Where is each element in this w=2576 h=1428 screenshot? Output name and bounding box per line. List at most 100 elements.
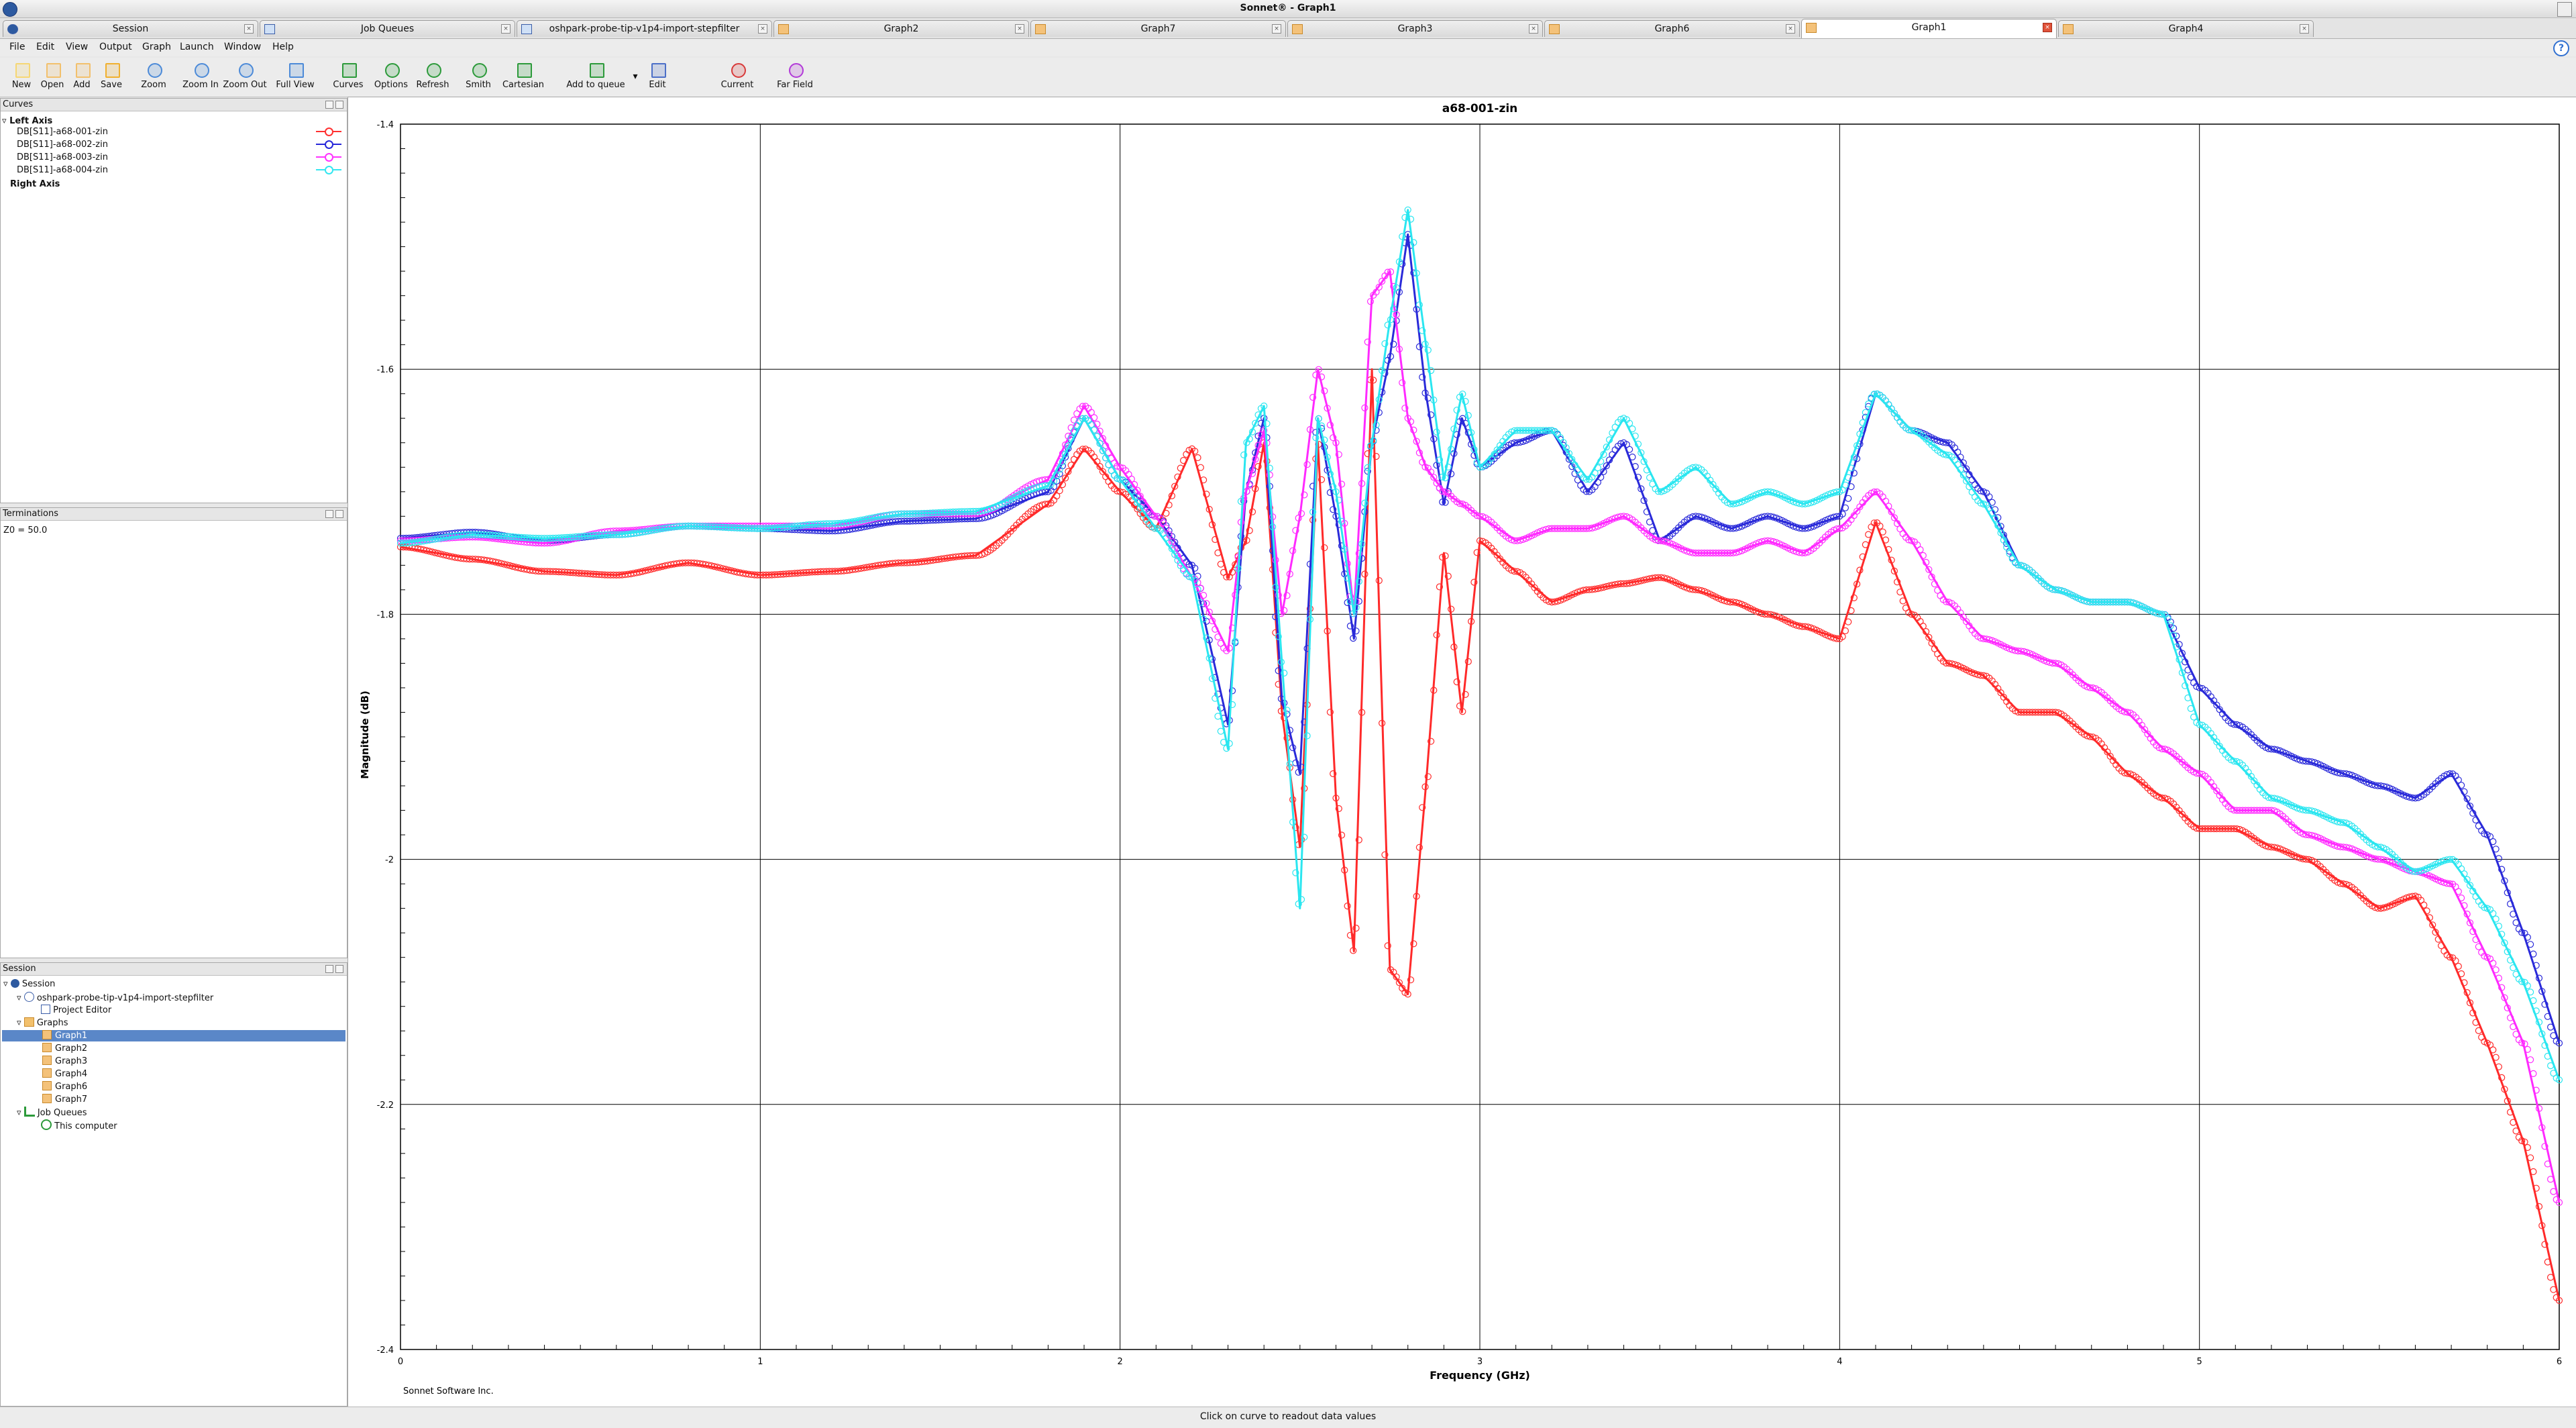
options-button[interactable]: Options: [372, 62, 411, 94]
menu-edit[interactable]: Edit: [36, 42, 54, 52]
left-axis-node[interactable]: ▿ Left Axis: [2, 116, 52, 126]
panel-close-button[interactable]: [335, 510, 343, 518]
toolbar-label: Zoom: [141, 80, 166, 90]
zoom-in-button[interactable]: Zoom In: [180, 62, 221, 94]
toolbar-label: Open: [40, 80, 64, 90]
tab-close-icon[interactable]: ×: [1786, 24, 1795, 34]
refresh-icon: [424, 62, 441, 78]
zoom-out-button[interactable]: Zoom Out: [221, 62, 268, 94]
tree-this-computer[interactable]: This computer: [41, 1119, 117, 1131]
tree-graph-item[interactable]: Graph2: [2, 1043, 345, 1054]
panel-close-button[interactable]: [335, 101, 343, 109]
add-button[interactable]: Add: [70, 62, 94, 94]
right-axis-node[interactable]: Right Axis: [10, 179, 60, 189]
tab-close-icon[interactable]: ×: [2300, 24, 2309, 34]
tree-graph-label: Graph3: [55, 1056, 88, 1066]
menu-file[interactable]: File: [9, 42, 25, 52]
curve-legend-swatch: [316, 128, 341, 136]
menu-graph[interactable]: Graph: [142, 42, 171, 52]
tab-session[interactable]: Session ×: [3, 20, 258, 37]
current-button[interactable]: Current: [716, 62, 758, 94]
graph-icon: [42, 1081, 52, 1090]
session-panel-title: Session: [3, 964, 36, 974]
tab-label: Graph1: [1911, 22, 1947, 33]
panel-restore-button[interactable]: [325, 101, 333, 109]
tree-graph-item[interactable]: Graph1: [2, 1030, 345, 1041]
curve-item[interactable]: DB[S11]-a68-002-zin: [17, 140, 108, 150]
curves-button[interactable]: Curves: [331, 62, 365, 94]
graph-icon: [42, 1068, 52, 1078]
tree-graph-item[interactable]: Graph7: [2, 1094, 345, 1105]
project-icon: [23, 992, 34, 1002]
toolbar: New Open Add Save Zoom Zoom In Zoom Out Full Vi…: [0, 58, 2576, 97]
curves-panel-title: Curves: [3, 99, 34, 109]
tree-graph-item[interactable]: Graph6: [2, 1081, 345, 1092]
x-axis-label: Frequency (GHz): [1430, 1369, 1530, 1382]
tab-close-icon[interactable]: ×: [501, 24, 511, 34]
tree-graph-label: Graph6: [55, 1082, 88, 1092]
tab-close-icon[interactable]: ×: [2043, 23, 2052, 32]
curve-item[interactable]: DB[S11]-a68-004-zin: [17, 165, 108, 175]
toolbar-label: Add: [73, 80, 91, 90]
status-text: Click on curve to readout data values: [1199, 1411, 1377, 1422]
toolbar-label: Full View: [276, 80, 315, 90]
menu-help[interactable]: Help: [272, 42, 294, 52]
menu-view[interactable]: View: [66, 42, 88, 52]
tree-graph-label: Graph1: [55, 1031, 88, 1041]
window-control-button[interactable]: [2557, 2, 2572, 17]
session-panel: Session ▿ Session ▿ oshpark-probe-tip-v1…: [0, 962, 347, 1407]
tab-label: oshpark-probe-tip-v1p4-import-stepfilter: [549, 23, 740, 34]
terminations-panel-title: Terminations: [3, 509, 59, 519]
tab-close-icon[interactable]: ×: [1272, 24, 1281, 34]
toolbar-label: Current: [720, 80, 754, 90]
tree-graphs-folder[interactable]: ▿ Graphs: [17, 1017, 68, 1028]
tree-graph-item[interactable]: Graph3: [2, 1056, 345, 1067]
menu-launch[interactable]: Launch: [180, 42, 214, 52]
tree-project[interactable]: ▿ oshpark-probe-tip-v1p4-import-stepfilt…: [17, 992, 213, 1003]
cartesian-button[interactable]: Cartesian: [499, 62, 547, 94]
edit-button[interactable]: Edit: [644, 62, 671, 94]
tree-graph-label: Graph4: [55, 1069, 88, 1079]
graph-icon: [42, 1056, 52, 1065]
graph-area[interactable]: a68-001-zin 0 1 2 3 4 5 6 -1.4 -1.6 -1.8 -2 -2.2 -2.…: [347, 97, 2576, 1408]
help-icon[interactable]: ?: [2553, 40, 2569, 56]
tab-graph3[interactable]: Graph3 ×: [1287, 20, 1543, 37]
graph-canvas[interactable]: a68-001-zin 0 1 2 3 4 5 6 -1.4 -1.6 -1.8 -2 -2.2 -2.…: [348, 97, 2576, 1407]
add-to-queue-button[interactable]: Add to queue: [561, 62, 631, 94]
tree-session-root[interactable]: ▿ Session: [3, 979, 55, 989]
curve-legend-swatch: [316, 166, 341, 174]
tab-graph1[interactable]: Graph1 ×: [1801, 19, 2057, 38]
add-to-queue-icon: [587, 62, 604, 78]
new-button[interactable]: New: [8, 62, 35, 94]
tab-graph4[interactable]: Graph4 ×: [2058, 20, 2314, 37]
far-field-button[interactable]: Far Field: [771, 62, 818, 94]
curve-item[interactable]: DB[S11]-a68-003-zin: [17, 152, 108, 162]
tab-close-icon[interactable]: ×: [758, 24, 767, 34]
curves-icon: [339, 62, 357, 78]
zoom-button[interactable]: Zoom: [137, 62, 170, 94]
full-view-button[interactable]: Full View: [274, 62, 317, 94]
tab-graph7[interactable]: Graph7 ×: [1030, 20, 1286, 37]
curve-marker-icon: [325, 128, 333, 136]
panel-restore-button[interactable]: [325, 510, 333, 518]
menu-window[interactable]: Window: [224, 42, 261, 52]
tab-oshpark-probe-tip-v1p4-import-stepfilter[interactable]: oshpark-probe-tip-v1p4-import-stepfilter…: [517, 20, 772, 37]
tab-graph2[interactable]: Graph2 ×: [773, 20, 1029, 37]
tab-close-icon[interactable]: ×: [1529, 24, 1538, 34]
panel-restore-button[interactable]: [325, 965, 333, 973]
tree-job-queues[interactable]: ▿ Job Queues: [17, 1107, 87, 1118]
refresh-button[interactable]: Refresh: [413, 62, 452, 94]
tab-close-icon[interactable]: ×: [1015, 24, 1024, 34]
tab-graph6[interactable]: Graph6 ×: [1544, 20, 1800, 37]
tab-job-queues[interactable]: Job Queues ×: [260, 20, 515, 37]
terminations-panel-header: Terminations: [1, 508, 347, 521]
curve-item[interactable]: DB[S11]-a68-001-zin: [17, 127, 108, 137]
tab-close-icon[interactable]: ×: [244, 24, 254, 34]
save-button[interactable]: Save: [98, 62, 125, 94]
smith-button[interactable]: Smith: [464, 62, 492, 94]
tree-project-editor[interactable]: Project Editor: [41, 1005, 111, 1015]
tree-graph-item[interactable]: Graph4: [2, 1068, 345, 1080]
open-button[interactable]: Open: [39, 62, 66, 94]
panel-close-button[interactable]: [335, 965, 343, 973]
menu-output[interactable]: Output: [99, 42, 132, 52]
